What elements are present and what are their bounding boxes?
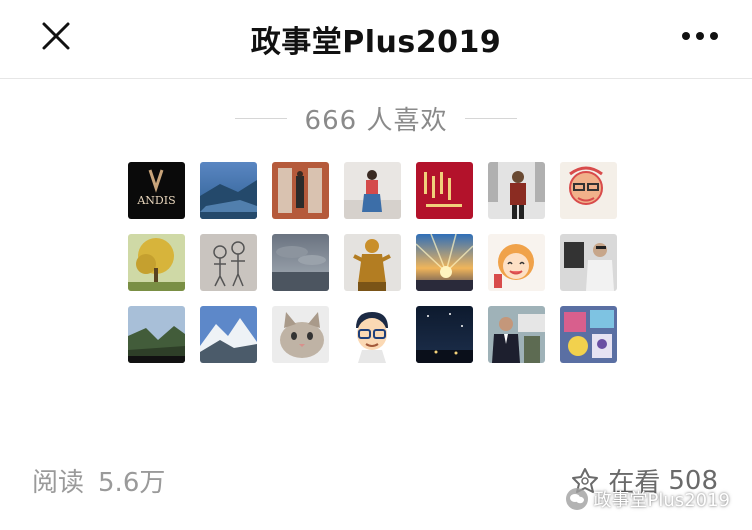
liker-avatar-grid: ANDIS [128,162,618,363]
close-icon [42,22,70,50]
page-title: 政事堂Plus2019 [250,25,502,60]
avatar-valley[interactable] [128,306,185,363]
avatar-red-poster[interactable] [416,162,473,219]
avatar-sketch-figures[interactable] [200,234,257,291]
avatar-cartoon-girl[interactable] [488,234,545,291]
likes-summary: 666 人喜欢 [0,96,752,140]
avatar-man-street[interactable] [488,162,545,219]
likes-count: 666 [304,105,358,136]
avatar-cat[interactable] [272,306,329,363]
watermark: 政事堂Plus2019 [565,486,730,512]
avatar-man-suit[interactable] [488,306,545,363]
watermark-text: 政事堂Plus2019 [593,490,730,511]
avatar-andis[interactable]: ANDIS [128,162,185,219]
more-dots-icon [682,32,718,40]
wechat-icon [565,488,588,510]
more-button[interactable] [678,20,722,52]
avatar-cartoon-face[interactable] [560,162,617,219]
top-bar: 政事堂Plus2019 [0,0,752,79]
avatar-golden-statue[interactable] [344,234,401,291]
read-stats: 阅读 5.6万 [32,462,165,499]
avatar-cloudy-sky[interactable] [272,234,329,291]
svg-text:ANDIS: ANDIS [136,194,175,207]
divider-left [234,117,287,119]
likes-label: 人喜欢 [366,105,448,136]
avatar-snow-mountain[interactable] [200,306,257,363]
avatar-brick-building[interactable] [272,162,329,219]
read-label: 阅读 [32,468,85,498]
avatar-sunset-rays[interactable] [416,234,473,291]
avatar-cartoon-man-glasses[interactable] [344,306,401,363]
avatar-yellow-tree[interactable] [128,234,185,291]
avatar-man-reading[interactable] [560,234,617,291]
avatar-colorful-collage[interactable] [560,306,617,363]
divider-right [465,117,518,119]
close-button[interactable] [36,16,76,56]
read-count: 5.6万 [98,468,166,498]
avatar-night-sky[interactable] [416,306,473,363]
avatar-mountain-lake[interactable] [200,162,257,219]
avatar-woman-street[interactable] [344,162,401,219]
